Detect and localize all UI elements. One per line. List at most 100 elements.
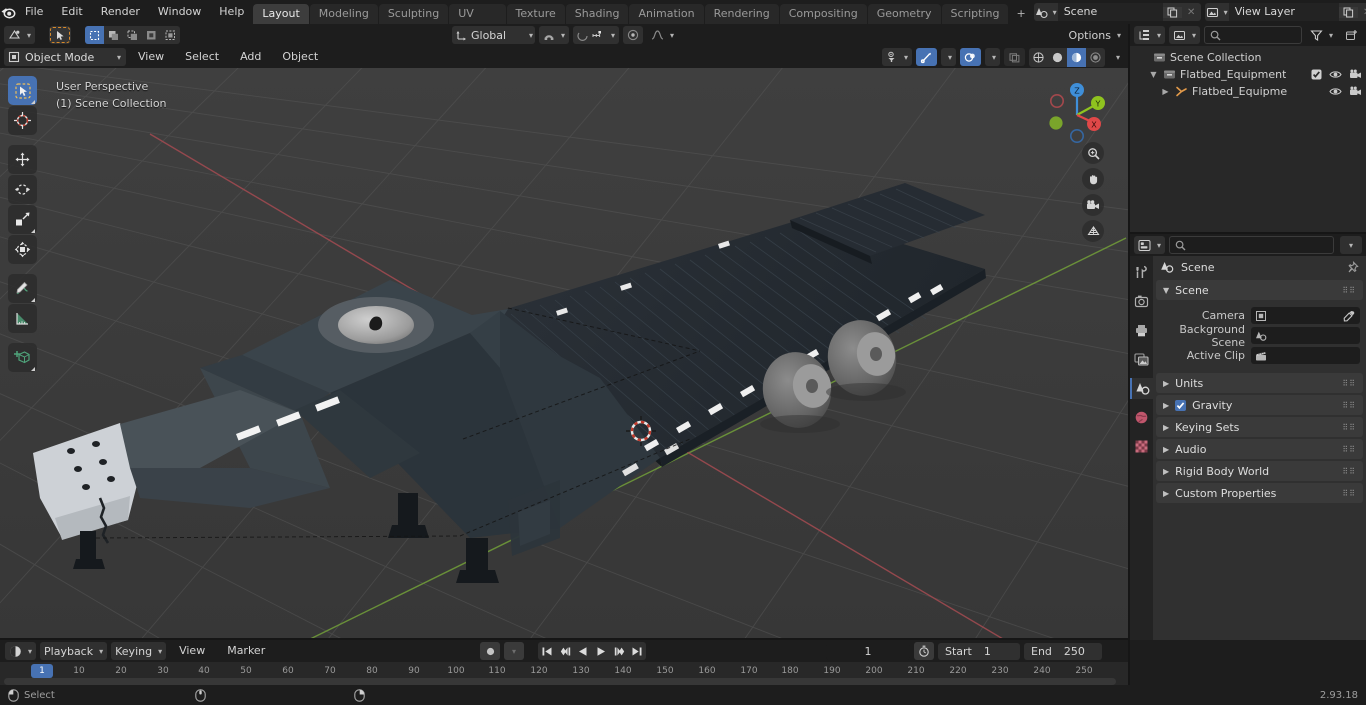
- workspace-tab-geometry-nodes[interactable]: Geometry Nodes: [867, 4, 941, 40]
- workspace-tab-animation[interactable]: Animation: [629, 4, 704, 24]
- viewport-options-dropdown[interactable]: Options ▾: [1065, 26, 1125, 44]
- select-subtract-icon[interactable]: [123, 26, 142, 44]
- outliner-display-mode-icon[interactable]: ▾: [1134, 26, 1166, 44]
- workspace-tab-compositing[interactable]: Compositing: [779, 4, 867, 24]
- menu-file[interactable]: File: [16, 3, 52, 21]
- material-preview-icon[interactable]: [1066, 47, 1086, 67]
- gizmo-dropdown[interactable]: ▾: [940, 48, 956, 66]
- menu-help[interactable]: Help: [210, 3, 253, 21]
- overlays-dropdown[interactable]: ▾: [984, 48, 1000, 66]
- outliner-row-flatbed-object[interactable]: ▶ Flatbed_Equipment_Picku: [1130, 83, 1366, 100]
- filter-id-icon[interactable]: ▾: [1169, 26, 1201, 44]
- playback-dropdown[interactable]: Playback ▾: [40, 642, 108, 660]
- timeline-scrubbing-area[interactable]: 1 10 20 30 40 50 60 70 80 90 100 110 120…: [0, 662, 1130, 685]
- tweak-select-box-tool[interactable]: [8, 76, 37, 105]
- workspace-tab-texture-paint[interactable]: Texture Paint: [506, 4, 565, 40]
- stopwatch-icon[interactable]: [914, 642, 934, 660]
- viewport-menu-object[interactable]: Object: [273, 48, 327, 66]
- tool-wrench-icon[interactable]: [1130, 262, 1153, 283]
- outliner-row-flatbed-collection[interactable]: ▼ Flatbed_Equipment_Pickup_T: [1130, 66, 1366, 83]
- scene-selector[interactable]: ▾ Scene ✕: [1033, 3, 1201, 21]
- duplicate-icon[interactable]: [1162, 6, 1182, 18]
- outliner-search-input[interactable]: [1204, 26, 1302, 44]
- viewport-menu-select[interactable]: Select: [176, 48, 228, 66]
- camera-view-icon[interactable]: [1082, 194, 1104, 216]
- wireframe-shading-icon[interactable]: [1029, 48, 1048, 67]
- add-workspace-button[interactable]: +: [1009, 4, 1032, 24]
- outliner-row-scene-collection[interactable]: Scene Collection: [1130, 49, 1366, 66]
- snap-to-dropdown[interactable]: ▾: [573, 26, 620, 44]
- right-panel-splitter[interactable]: [1130, 232, 1366, 234]
- new-collection-icon[interactable]: [1341, 26, 1362, 44]
- auto-key-dropdown[interactable]: ▾: [504, 642, 524, 660]
- keying-dropdown[interactable]: Keying ▾: [111, 642, 167, 660]
- active-clip-field[interactable]: [1251, 347, 1360, 364]
- remove-view-layer-icon[interactable]: ✕: [1358, 7, 1366, 18]
- camera-object-field[interactable]: [1251, 307, 1360, 324]
- pan-hand-icon[interactable]: [1082, 168, 1104, 190]
- workspace-tab-uv-editing[interactable]: UV Editing: [449, 4, 506, 40]
- transform-orientation-dropdown[interactable]: Global ▾: [452, 26, 536, 44]
- view-layer-selector[interactable]: ▾ View Layer ✕: [1204, 3, 1366, 21]
- scale-tool[interactable]: [8, 205, 37, 234]
- workspace-tab-layout[interactable]: Layout: [253, 4, 309, 24]
- snap-magnet-toggle[interactable]: ▾: [539, 26, 570, 44]
- checker-texture-icon[interactable]: [1130, 436, 1153, 457]
- jump-prev-keyframe-icon[interactable]: [556, 642, 574, 660]
- properties-options-dropdown[interactable]: ▾: [1340, 236, 1362, 254]
- workspace-tab-rendering[interactable]: Rendering: [704, 4, 779, 24]
- select-set-icon[interactable]: [85, 26, 105, 44]
- menu-window[interactable]: Window: [149, 3, 210, 21]
- rotate-tool[interactable]: [8, 175, 37, 204]
- scene-cone-icon[interactable]: [1130, 378, 1153, 399]
- rendered-shading-icon[interactable]: [1086, 48, 1105, 67]
- disable-in-renders-camera-icon[interactable]: [1349, 69, 1362, 80]
- render-camera-icon[interactable]: [1130, 291, 1153, 312]
- hide-in-viewport-eye-icon[interactable]: [1329, 69, 1342, 80]
- panel-header-rigid-body-world[interactable]: ▶ Rigid Body World ⠿⠿: [1156, 461, 1363, 481]
- horizontal-splitter[interactable]: [0, 638, 1128, 640]
- play-icon[interactable]: [592, 642, 610, 660]
- proportional-editing-toggle[interactable]: [623, 26, 644, 44]
- panel-header-gravity[interactable]: ▶ Gravity ⠿⠿: [1156, 395, 1363, 415]
- vertical-splitter[interactable]: [1128, 24, 1130, 685]
- panel-header-audio[interactable]: ▶ Audio ⠿⠿: [1156, 439, 1363, 459]
- play-reverse-icon[interactable]: [574, 642, 592, 660]
- xray-toggle[interactable]: [1003, 48, 1025, 66]
- exclude-checkbox[interactable]: [1311, 69, 1322, 80]
- timeline-menu-marker[interactable]: Marker: [218, 642, 274, 660]
- properties-search-input[interactable]: [1169, 236, 1334, 254]
- editor-type-3dview-icon[interactable]: ▾: [4, 26, 36, 44]
- select-intersect-icon[interactable]: [161, 26, 180, 44]
- select-box-cursor-icon[interactable]: [49, 26, 72, 44]
- 3d-viewport[interactable]: User Perspective (1) Scene Collection Z …: [0, 68, 1130, 640]
- overlays-toggle[interactable]: [959, 48, 981, 66]
- workspace-tab-sculpting[interactable]: Sculpting: [378, 4, 449, 24]
- gizmo-toggle[interactable]: [915, 48, 937, 66]
- hide-in-viewport-eye-icon[interactable]: [1329, 86, 1342, 97]
- panel-header-custom-properties[interactable]: ▶ Custom Properties ⠿⠿: [1156, 483, 1363, 503]
- scene-name-field[interactable]: Scene: [1057, 3, 1163, 21]
- frame-start-field[interactable]: Start 1: [938, 642, 1020, 660]
- disable-in-renders-camera-icon[interactable]: [1349, 86, 1362, 97]
- select-extend-icon[interactable]: [104, 26, 123, 44]
- blender-logo-icon[interactable]: [0, 4, 16, 20]
- menu-render[interactable]: Render: [92, 3, 149, 21]
- disclosure-triangle-closed[interactable]: ▶: [1160, 87, 1171, 96]
- gravity-checkbox[interactable]: [1175, 399, 1187, 411]
- properties-editor-icon[interactable]: ▾: [1134, 236, 1166, 254]
- interaction-mode-dropdown[interactable]: Object Mode ▾: [4, 48, 127, 66]
- view-layer-name-field[interactable]: View Layer: [1228, 3, 1339, 21]
- solid-shading-icon[interactable]: [1048, 48, 1067, 67]
- add-cube-tool[interactable]: [8, 343, 37, 372]
- pin-icon[interactable]: [1346, 260, 1359, 274]
- workspace-tab-shading[interactable]: Shading: [565, 4, 629, 24]
- move-tool[interactable]: [8, 145, 37, 174]
- world-globe-icon[interactable]: [1130, 407, 1153, 428]
- panel-header-keying-sets[interactable]: ▶ Keying Sets ⠿⠿: [1156, 417, 1363, 437]
- record-dot-icon[interactable]: [480, 642, 500, 660]
- workspace-tab-scripting[interactable]: Scripting: [941, 4, 1009, 24]
- proportional-falloff-dropdown[interactable]: ▾: [647, 26, 678, 44]
- cursor-tool[interactable]: [8, 106, 37, 135]
- unlink-scene-icon[interactable]: ✕: [1182, 7, 1201, 18]
